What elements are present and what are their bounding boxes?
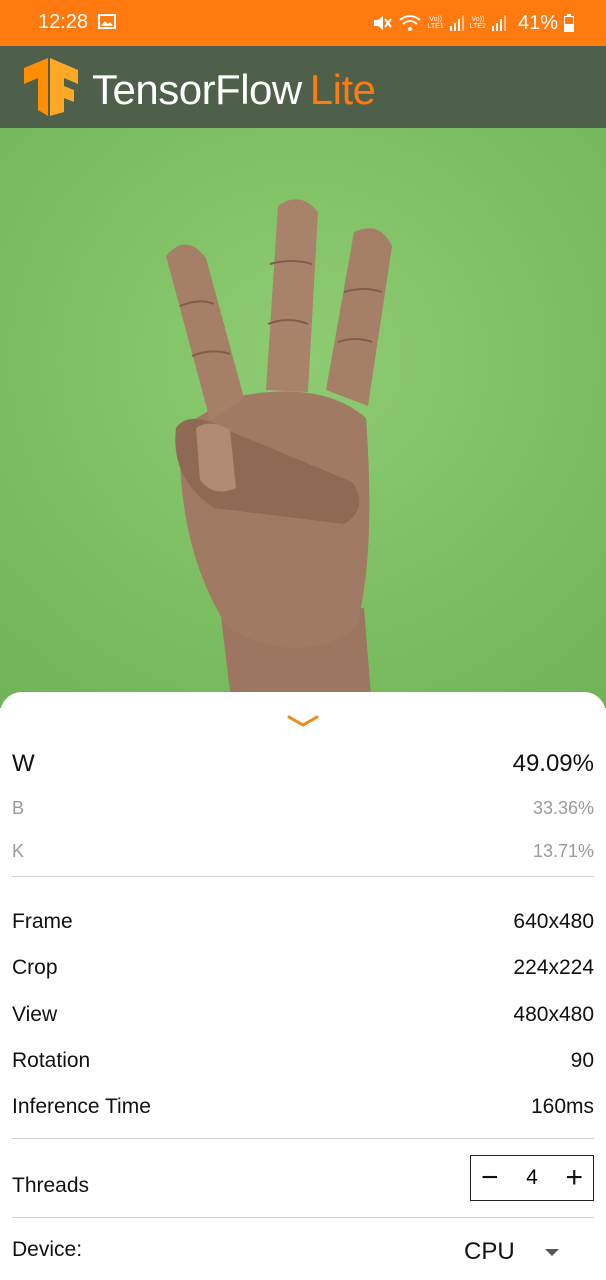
device-selected-value: CPU — [464, 1238, 515, 1265]
status-bar: 12:28 Vo)) LTE1 Vo)) LTE2 41% — [0, 0, 606, 46]
result-value: 49.09% — [512, 750, 594, 777]
sim2-indicator: Vo)) LTE2 — [469, 16, 486, 30]
hand-image — [0, 128, 606, 708]
result-value: 13.71% — [532, 841, 594, 861]
battery-icon — [564, 14, 574, 32]
info-value: 480x480 — [513, 1003, 594, 1026]
info-row-view: View 480x480 — [12, 1003, 594, 1027]
mute-icon — [373, 16, 392, 30]
app-title-main: TensorFlow — [92, 66, 302, 113]
app-title-accent: Lite — [309, 66, 376, 113]
info-label: Inference Time — [12, 1095, 151, 1118]
sim1-indicator: Vo)) LTE1 — [427, 16, 444, 30]
threads-value: 4 — [526, 1166, 538, 1189]
threads-plus-button[interactable]: + — [565, 1163, 583, 1193]
app-title: TensorFlow Lite — [92, 66, 376, 114]
result-label: B — [12, 798, 25, 818]
result-row-2: B 33.36% — [12, 798, 594, 819]
divider — [12, 1138, 594, 1139]
status-time: 12:28 — [38, 11, 89, 33]
result-row-3: K 13.71% — [12, 841, 594, 862]
result-value: 33.36% — [532, 798, 594, 818]
device-select[interactable]: CPU — [464, 1238, 559, 1266]
info-label: Frame — [12, 910, 73, 933]
info-row-rotation: Rotation 90 — [12, 1049, 594, 1073]
info-value: 160ms — [530, 1095, 594, 1118]
chevron-down-icon[interactable] — [286, 714, 320, 728]
info-label: View — [12, 1003, 58, 1026]
result-row-1: W 49.09% — [12, 750, 594, 778]
threads-stepper[interactable]: − 4 + — [470, 1155, 594, 1201]
info-row-inference-time: Inference Time 160ms — [12, 1095, 594, 1119]
camera-preview — [0, 128, 606, 708]
device-row: Device: — [12, 1238, 312, 1262]
app-bar: TensorFlow Lite — [0, 46, 606, 128]
info-label: Rotation — [12, 1049, 91, 1072]
threads-row: Threads — [12, 1174, 312, 1198]
result-label: W — [12, 750, 35, 777]
info-label: Crop — [12, 956, 58, 979]
info-row-crop: Crop 224x224 — [12, 956, 594, 980]
battery-percent: 41% — [517, 11, 558, 34]
dropdown-caret-icon — [544, 1248, 559, 1256]
tensorflow-logo-icon — [24, 58, 78, 116]
info-row-frame: Frame 640x480 — [12, 910, 594, 934]
divider — [12, 1217, 594, 1218]
signal-2-icon — [491, 15, 506, 31]
threads-minus-button[interactable]: − — [481, 1163, 499, 1193]
wifi-icon — [398, 15, 421, 31]
signal-1-icon — [449, 15, 464, 31]
result-label: K — [12, 841, 25, 861]
info-value: 640x480 — [513, 910, 594, 933]
info-value: 224x224 — [513, 956, 594, 979]
threads-label: Threads — [12, 1174, 90, 1197]
device-label: Device: — [12, 1238, 83, 1261]
divider — [12, 876, 594, 877]
info-value: 90 — [570, 1049, 594, 1072]
gallery-notification-icon — [98, 14, 116, 29]
status-icons: Vo)) LTE1 Vo)) LTE2 41% — [372, 8, 574, 38]
